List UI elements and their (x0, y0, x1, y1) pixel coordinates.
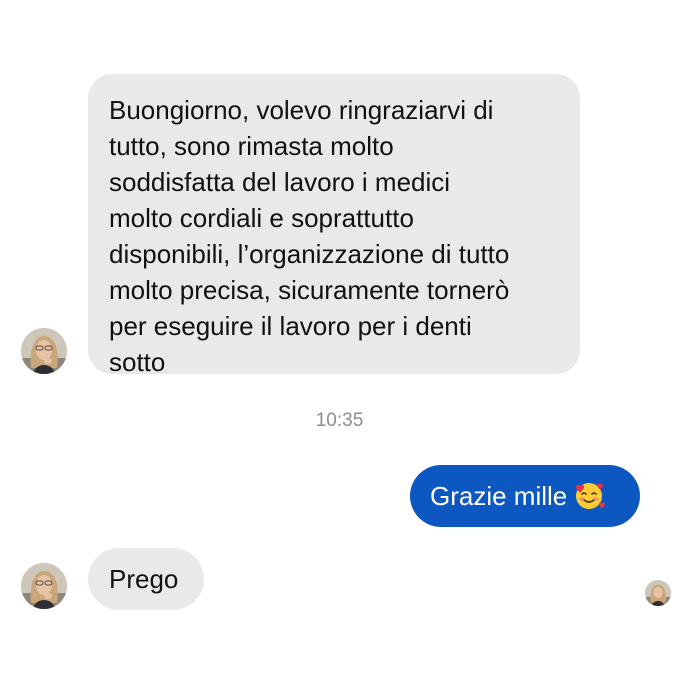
read-receipt-avatar (645, 580, 671, 606)
message-timestamp: 10:35 (315, 410, 364, 431)
contact-avatar[interactable] (21, 328, 67, 374)
avatar-photo-icon (21, 328, 67, 374)
avatar-photo-icon (21, 563, 67, 609)
incoming-message-bubble[interactable]: Prego (88, 548, 204, 610)
outgoing-message-bubble[interactable]: Grazie mille (410, 465, 640, 527)
smiling-face-with-hearts-icon (573, 480, 606, 512)
avatar-photo-icon (645, 580, 671, 606)
incoming-message-bubble[interactable]: Buongiorno, volevo ringraziarvi di tutto… (88, 74, 580, 377)
outgoing-message-text: Grazie mille (430, 481, 568, 511)
chat-thread: Buongiorno, volevo ringraziarvi di tutto… (0, 0, 679, 699)
contact-avatar[interactable] (21, 563, 67, 609)
